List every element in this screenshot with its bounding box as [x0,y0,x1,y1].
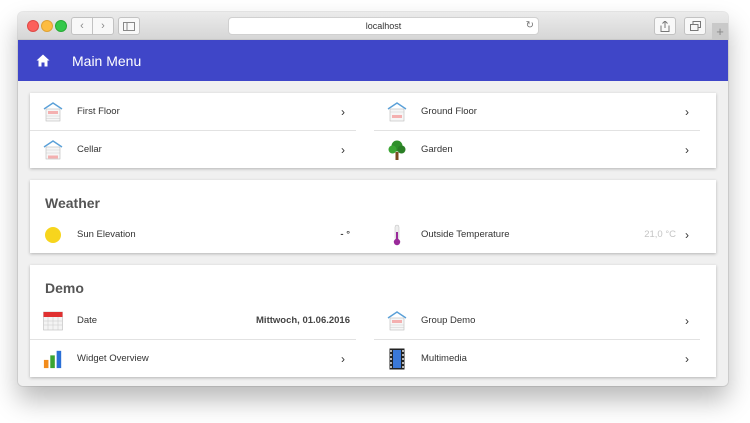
forward-arrow-icon[interactable]: › [93,18,113,34]
home-icon[interactable] [36,54,50,68]
address-bar[interactable]: localhost ↻ [228,17,539,35]
browser-window: ‹ › localhost ↻ + Main Menu First Floor … [18,12,728,386]
widget-overview-row[interactable]: Widget Overview › [30,340,356,377]
chevron-right-icon: › [341,142,345,157]
reload-icon[interactable]: ↻ [526,20,534,31]
date-value: Mittwoch, 01.06.2016 [256,315,350,326]
demo-title: Demo [45,280,84,296]
room-label: First Floor [77,106,120,117]
multimedia-row[interactable]: Multimedia › [374,340,700,377]
room-cellar[interactable]: Cellar › [30,131,356,168]
sun-elevation-value: - ° [340,229,350,240]
close-window-button[interactable] [27,20,39,32]
house-icon [43,101,63,123]
chevron-right-icon: › [685,351,689,366]
plus-icon: + [716,23,724,39]
multimedia-label: Multimedia [421,353,467,364]
history-nav: ‹ › [71,17,114,35]
url-text: localhost [365,21,402,31]
widget-overview-label: Widget Overview [77,353,149,364]
film-strip-icon [387,348,407,370]
weather-title: Weather [45,195,100,211]
rooms-card: First Floor › Ground Floor › Cellar › Ga… [30,93,716,168]
sidebar-icon [123,21,135,31]
demo-card: Demo Date Mittwoch, 01.06.2016 Group Dem… [30,265,716,377]
room-label: Ground Floor [421,106,477,117]
group-demo-label: Group Demo [421,315,476,326]
sidebar-toggle-button[interactable] [118,17,140,35]
room-garden[interactable]: Garden › [374,131,700,168]
tab-overview-button[interactable] [684,17,706,35]
chevron-right-icon: › [685,227,689,242]
zoom-window-button[interactable] [55,20,67,32]
share-icon [660,20,670,32]
minimize-window-button[interactable] [41,20,53,32]
sun-elevation-label: Sun Elevation [77,229,136,240]
tree-icon [387,139,407,161]
outside-temperature-row[interactable]: Outside Temperature 21,0 °C › [374,216,700,253]
group-demo-row[interactable]: Group Demo › [374,302,700,340]
house-icon [387,101,407,123]
chevron-right-icon: › [685,142,689,157]
back-arrow-icon[interactable]: ‹ [72,18,93,34]
page-title: Main Menu [72,52,142,69]
new-tab-button[interactable]: + [712,23,728,39]
room-ground-floor[interactable]: Ground Floor › [374,93,700,131]
room-label: Cellar [77,144,102,155]
tabs-icon [689,21,701,31]
date-row: Date Mittwoch, 01.06.2016 [30,302,356,340]
chevron-right-icon: › [341,104,345,119]
house-icon [387,310,407,332]
calendar-icon [43,310,63,332]
sun-elevation-row: Sun Elevation - ° [30,216,356,253]
outside-temperature-label: Outside Temperature [421,229,510,240]
chevron-right-icon: › [685,313,689,328]
room-first-floor[interactable]: First Floor › [30,93,356,131]
chevron-right-icon: › [685,104,689,119]
room-label: Garden [421,144,453,155]
browser-toolbar: ‹ › localhost ↻ + [18,12,728,40]
app-bar: Main Menu [18,40,728,81]
weather-card: Weather Sun Elevation - ° Outside Temper… [30,180,716,253]
sun-icon [43,224,63,246]
app-page: Main Menu First Floor › Ground Floor › C… [18,40,728,386]
outside-temperature-value: 21,0 °C [644,229,676,240]
share-button[interactable] [654,17,676,35]
thermometer-icon [387,224,407,246]
chevron-right-icon: › [341,351,345,366]
bar-chart-icon [43,348,63,370]
date-label: Date [77,315,98,326]
house-icon [43,139,63,161]
